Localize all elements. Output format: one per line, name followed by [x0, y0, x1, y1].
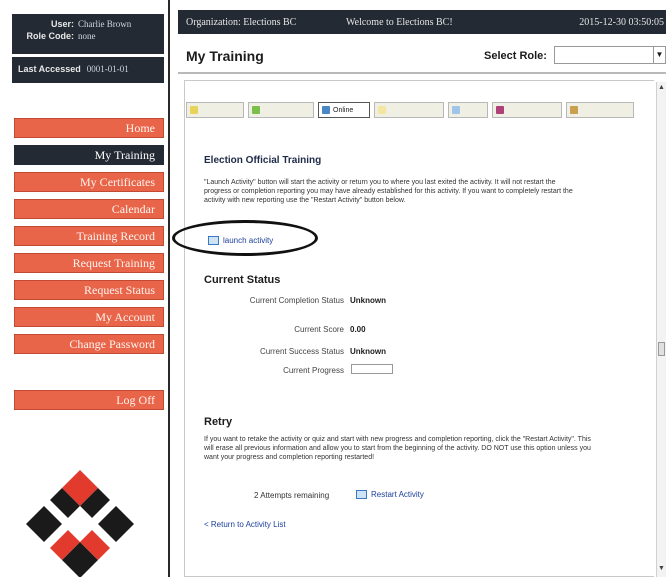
activity-tabs: Online: [186, 102, 634, 120]
select-role-label: Select Role:: [484, 50, 547, 62]
status-key: Current Progress: [283, 366, 344, 375]
scroll-down-icon[interactable]: ▼: [657, 565, 666, 575]
nav-item-my-training[interactable]: My Training: [14, 145, 164, 165]
restart-activity-button[interactable]: Restart Activity: [356, 490, 424, 499]
tab-online[interactable]: Online: [318, 102, 370, 118]
status-value: 0.00: [350, 325, 366, 334]
scroll-thumb[interactable]: [658, 342, 665, 356]
launch-activity-button[interactable]: launch activity: [208, 236, 273, 245]
status-row-completion: Current Completion Status Unknown: [204, 296, 504, 305]
select-role-dropdown[interactable]: ▼: [554, 46, 666, 64]
last-accessed-label: Last Accessed: [18, 64, 81, 74]
current-status-title: Current Status: [204, 274, 281, 286]
title-row: My Training Select Role: ▼: [178, 34, 666, 74]
chart-icon: [452, 106, 460, 114]
nav-item-calendar[interactable]: Calendar: [14, 199, 164, 219]
training-section-title: Election Official Training: [204, 155, 322, 166]
last-accessed-value: 0001-01-01: [86, 64, 129, 74]
return-to-activity-list-link[interactable]: < Return to Activity List: [204, 520, 286, 529]
flag-icon: [252, 106, 260, 114]
role-code-value: none: [78, 31, 96, 41]
status-key: Current Completion Status: [249, 296, 344, 305]
status-row-score: Current Score 0.00: [204, 325, 504, 334]
status-value: Unknown: [350, 296, 386, 305]
nav-item-request-status[interactable]: Request Status: [14, 280, 164, 300]
last-accessed-box: Last Accessed 0001-01-01: [12, 57, 164, 83]
user-name: Charlie Brown: [78, 19, 132, 29]
main-panel: My Training Select Role: ▼ ▲ ▼ Online El…: [172, 34, 666, 577]
tab-5[interactable]: [448, 102, 488, 118]
organization-label: Organization: Elections BC: [186, 16, 297, 28]
gift-icon: [496, 106, 504, 114]
status-value: Unknown: [350, 347, 386, 356]
nav-item-change-password[interactable]: Change Password: [14, 334, 164, 354]
tab-7[interactable]: [566, 102, 634, 118]
sidebar-nav: Home My Training My Certificates Calenda…: [14, 118, 164, 361]
box-icon: [570, 106, 578, 114]
top-banner: Organization: Elections BC Welcome to El…: [178, 10, 666, 34]
user-label: User:: [50, 19, 74, 29]
role-code-label: Role Code:: [26, 31, 74, 41]
status-key: Current Score: [294, 325, 344, 334]
user-info-box: User: Charlie Brown Role Code: none: [12, 14, 164, 54]
vertical-scrollbar[interactable]: ▲ ▼: [656, 82, 666, 577]
nav-item-home[interactable]: Home: [14, 118, 164, 138]
status-key: Current Success Status: [259, 347, 344, 356]
chevron-down-icon[interactable]: ▼: [653, 47, 665, 63]
log-off-button[interactable]: Log Off: [14, 390, 164, 410]
timestamp: 2015-12-30 03:50:05: [579, 16, 664, 28]
monitor-icon: [322, 106, 330, 114]
tab-label: Online: [333, 106, 354, 114]
launch-icon: [208, 236, 219, 245]
status-row-success: Current Success Status Unknown: [204, 347, 504, 356]
scroll-up-icon[interactable]: ▲: [657, 84, 666, 94]
page-title: My Training: [186, 48, 264, 64]
training-description: "Launch Activity" button will start the …: [204, 179, 573, 204]
restart-icon: [356, 490, 367, 499]
doc-icon: [190, 106, 198, 114]
nav-item-training-record[interactable]: Training Record: [14, 226, 164, 246]
tab-4[interactable]: [374, 102, 444, 118]
nav-item-request-training[interactable]: Request Training: [14, 253, 164, 273]
progress-bar: [351, 364, 393, 374]
retry-description: If you want to retake the activity or qu…: [204, 436, 591, 461]
sidebar: User: Charlie Brown Role Code: none Last…: [0, 0, 170, 577]
welcome-message: Welcome to Elections BC!: [346, 16, 453, 28]
restart-activity-label: Restart Activity: [371, 490, 424, 499]
star-icon: [378, 106, 386, 114]
attempts-remaining: 2 Attempts remaining: [254, 491, 330, 500]
tab-1[interactable]: [186, 102, 244, 118]
nav-item-my-account[interactable]: My Account: [14, 307, 164, 327]
nav-item-my-certificates[interactable]: My Certificates: [14, 172, 164, 192]
tab-6[interactable]: [492, 102, 562, 118]
status-value: [344, 366, 350, 375]
retry-section-title: Retry: [204, 416, 233, 428]
elections-bc-logo-icon: [26, 470, 134, 577]
tab-2[interactable]: [248, 102, 314, 118]
launch-activity-label: launch activity: [223, 236, 274, 245]
